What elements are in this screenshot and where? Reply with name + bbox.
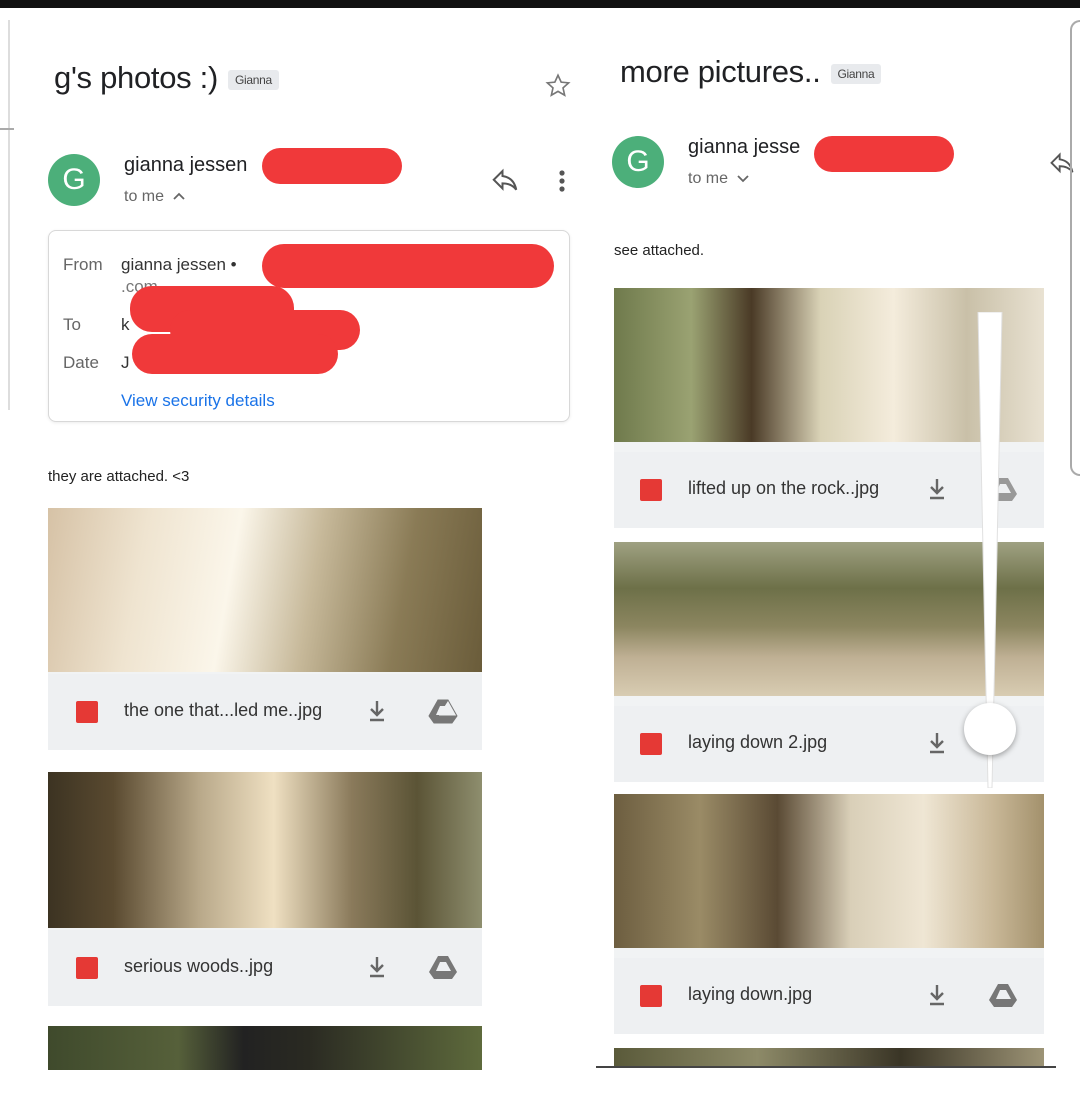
attachment-thumbnail[interactable] — [614, 794, 1044, 948]
left-edge-card — [8, 20, 10, 410]
attachment-filename: lifted up on the rock..jpg — [688, 478, 880, 498]
attachment-card[interactable]: laying down.jpg — [614, 794, 1044, 1034]
reply-icon[interactable] — [490, 166, 520, 196]
left-edge-mark — [0, 128, 14, 130]
redaction-mark — [132, 334, 338, 374]
attachment-bar: serious woods..jpg — [48, 930, 482, 1006]
attachment-thumbnail[interactable] — [614, 1048, 1044, 1066]
download-icon[interactable] — [926, 982, 948, 1008]
right-email-screenshot: more pictures.. Gianna G gianna jesse to … — [596, 8, 1080, 1066]
sender-name: gianna jesse — [688, 136, 801, 158]
email-subject: more pictures.. Gianna — [620, 54, 882, 90]
attachment-thumbnail[interactable] — [48, 772, 482, 928]
sender-avatar[interactable]: G — [48, 154, 100, 206]
attachment-filename: serious woods..jpg — [124, 956, 274, 976]
from-label: From — [63, 255, 103, 274]
attachment-card[interactable]: the one that...led me..jpg — [48, 508, 482, 750]
date-label: Date — [63, 353, 99, 372]
recipient-summary[interactable]: to me — [688, 170, 750, 188]
attachment-card[interactable] — [48, 1026, 482, 1070]
attachment-thumbnail[interactable] — [48, 508, 482, 672]
attachment-bar: laying down.jpg — [614, 958, 1044, 1034]
label-chip[interactable]: Gianna — [830, 63, 882, 84]
sender-name: gianna jessen — [124, 154, 248, 176]
image-file-icon — [640, 479, 662, 501]
image-file-icon — [76, 701, 98, 723]
right-edge-frame — [1070, 20, 1080, 476]
attachment-card[interactable] — [614, 1048, 1044, 1066]
to-label: To — [63, 315, 81, 334]
more-vert-icon[interactable] — [550, 166, 574, 196]
attachment-filename: laying down.jpg — [688, 984, 813, 1004]
attachment-filename: the one that...led me..jpg — [124, 700, 323, 720]
attachment-filename: laying down 2.jpg — [688, 732, 828, 752]
drive-icon[interactable] — [428, 698, 458, 724]
from-value: gianna jessen • — [121, 255, 237, 274]
email-body-text: see attached. — [614, 242, 705, 259]
chevron-up-icon — [173, 192, 186, 200]
download-icon[interactable] — [366, 698, 388, 724]
divider — [596, 1066, 1056, 1068]
image-file-icon — [640, 733, 662, 755]
left-email-screenshot: g's photos :) Gianna G gianna jessen to m… — [0, 8, 590, 1070]
download-icon[interactable] — [366, 954, 388, 980]
view-security-details-link[interactable]: View security details — [121, 391, 275, 411]
attachment-card[interactable]: serious woods..jpg — [48, 772, 482, 1006]
chevron-down-icon — [737, 175, 750, 183]
to-value: k — [121, 315, 130, 334]
label-chip[interactable]: Gianna — [228, 69, 279, 90]
email-body-text: they are attached. <3 — [48, 468, 190, 485]
attachment-bar: the one that...led me..jpg — [48, 674, 482, 750]
download-icon[interactable] — [926, 476, 948, 502]
redaction-mark — [262, 244, 554, 288]
image-file-icon — [76, 957, 98, 979]
status-bar-edge — [0, 0, 1080, 8]
redaction-mark — [262, 148, 402, 184]
date-value: J — [121, 353, 130, 372]
attachment-thumbnail[interactable] — [48, 1026, 482, 1070]
scroll-handle[interactable] — [964, 703, 1016, 755]
drive-icon[interactable] — [428, 954, 458, 980]
drive-icon[interactable] — [988, 982, 1018, 1008]
star-icon[interactable] — [544, 72, 572, 100]
recipient-summary[interactable]: to me — [124, 188, 186, 206]
email-subject: g's photos :) Gianna — [54, 60, 279, 96]
download-icon[interactable] — [926, 730, 948, 756]
image-file-icon — [640, 985, 662, 1007]
redaction-mark — [814, 136, 954, 172]
sender-avatar[interactable]: G — [612, 136, 664, 188]
